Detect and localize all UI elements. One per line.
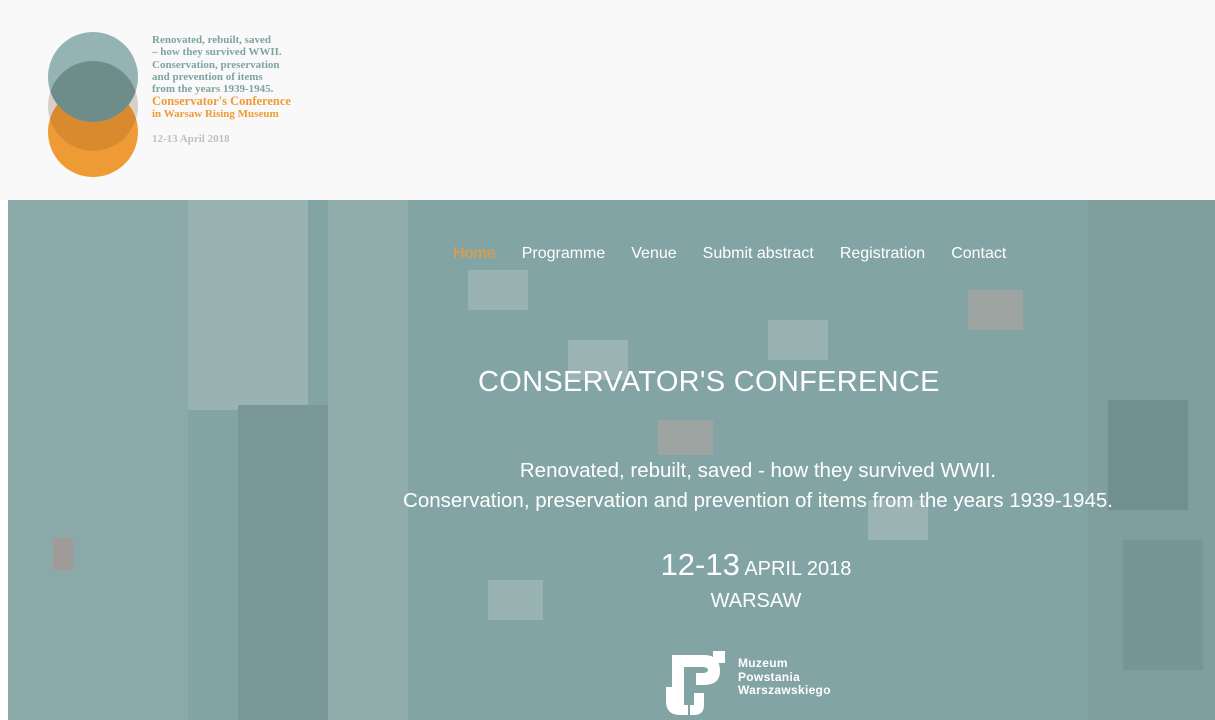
logo-line: and prevention of items [152, 70, 263, 83]
hero-subtitle-line: Renovated, rebuilt, saved - how they sur… [519, 459, 997, 482]
hero-date: 12-13 APRIL 2018 [606, 547, 906, 583]
nav-item-registration[interactable]: Registration [840, 245, 925, 263]
logo-circles-icon [48, 32, 138, 177]
hero-subtitle: Renovated, rebuilt, saved - how they sur… [298, 456, 1215, 516]
logo-text: Renovated, rebuilt, saved – how they sur… [152, 34, 291, 145]
hero-date-month-year: APRIL 2018 [744, 558, 852, 580]
nav-item-venue[interactable]: Venue [631, 245, 676, 263]
main-navigation: Home Programme Venue Submit abstract Reg… [453, 245, 1006, 263]
nav-item-contact[interactable]: Contact [951, 245, 1006, 263]
hero-banner: Home Programme Venue Submit abstract Reg… [8, 200, 1215, 720]
logo-line: Renovated, rebuilt, saved [152, 34, 271, 46]
museum-logo-line: Powstania [738, 669, 801, 684]
logo-line: Conservation, preservation [152, 58, 280, 71]
anchor-symbol-icon [666, 651, 725, 715]
logo-line: – how they survived WWII. [152, 46, 282, 59]
nav-item-submit-abstract[interactable]: Submit abstract [703, 245, 814, 263]
conference-logo[interactable]: Renovated, rebuilt, saved – how they sur… [40, 24, 400, 184]
museum-logo-line: Warszawskiego [738, 683, 831, 697]
hero-city: WARSAW [710, 590, 802, 612]
logo-museum-line: in Warsaw Rising Museum [152, 108, 279, 121]
nav-item-programme[interactable]: Programme [522, 245, 606, 263]
logo-conference-line: Conservator's Conference [152, 94, 291, 109]
nav-item-home[interactable]: Home [453, 245, 496, 263]
site-header: Renovated, rebuilt, saved – how they sur… [0, 0, 1215, 200]
logo-date: 12-13 April 2018 [152, 132, 230, 145]
museum-logo-line: Muzeum [738, 656, 788, 670]
museum-logo[interactable]: Muzeum Powstania Warszawskiego [658, 643, 878, 718]
hero-subtitle-line: Conservation, preservation and preventio… [403, 489, 1113, 512]
hero-date-days: 12-13 [660, 547, 740, 582]
hero-title: CONSERVATOR'S CONFERENCE [478, 366, 940, 398]
museum-logo-text: Muzeum Powstania Warszawskiego [738, 656, 831, 698]
